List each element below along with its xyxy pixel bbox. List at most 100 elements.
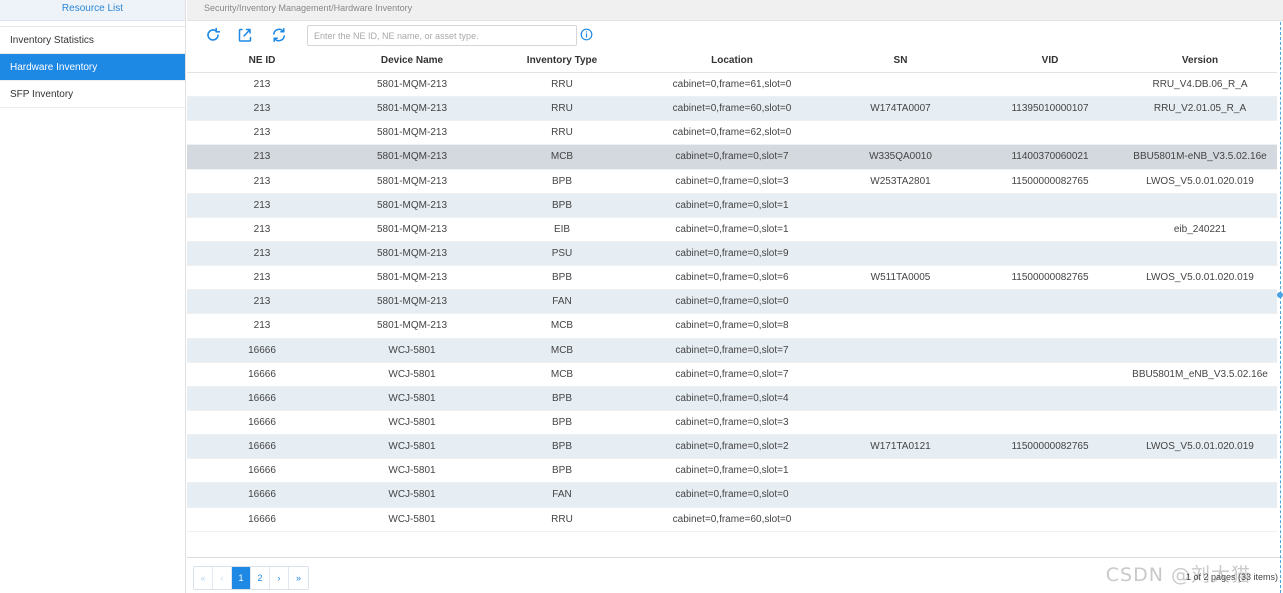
cell-ne-id: 213 <box>253 320 271 332</box>
cell-sn <box>827 363 974 386</box>
cell-sn <box>827 314 974 337</box>
cell-location: cabinet=0,frame=0,slot=1 <box>675 465 789 477</box>
table-row[interactable]: 213 5801-MQM-213 PSU cabinet=0,frame=0,slot… <box>187 241 1277 267</box>
main-panel: Security/Inventory Management/Hardware I… <box>187 0 1283 593</box>
cell-sn <box>827 459 974 482</box>
cell-vid <box>977 508 1123 531</box>
cell-location: cabinet=0,frame=0,slot=9 <box>675 248 789 260</box>
cell-device-name: WCJ-5801 <box>388 344 436 356</box>
table-row[interactable]: 213 5801-MQM-213 MCB cabinet=0,frame=0,slot… <box>187 145 1277 170</box>
cell-location: cabinet=0,frame=0,slot=0 <box>675 296 789 308</box>
table-row[interactable]: 16666 WCJ-5801 BPB cabinet=0,frame=0,slot=4 <box>187 386 1277 411</box>
last-page-button[interactable]: » <box>289 567 308 589</box>
cell-location: cabinet=0,frame=0,slot=1 <box>675 223 789 235</box>
cell-inventory-type: RRU <box>551 79 573 91</box>
table-row[interactable]: 213 5801-MQM-213 BPB cabinet=0,frame=0,slot… <box>187 193 1277 218</box>
table-row[interactable]: 213 5801-MQM-213 FAN cabinet=0,frame=0,slot… <box>187 290 1277 315</box>
table-row[interactable]: 16666 WCJ-5801 FAN cabinet=0,frame=0,slot=0 <box>187 483 1277 508</box>
cell-version <box>1123 339 1277 362</box>
cell-version: BBU5801M-eNB_V3.5.02.16e <box>1133 151 1267 163</box>
cell-device-name: WCJ-5801 <box>388 392 436 404</box>
resize-guide <box>1280 22 1281 593</box>
table-row[interactable]: 213 5801-MQM-213 BPB cabinet=0,frame=0,slot… <box>187 266 1277 291</box>
resize-handle[interactable] <box>1277 292 1283 298</box>
cell-inventory-type: BPB <box>551 417 572 429</box>
cell-device-name: 5801-MQM-213 <box>376 79 448 91</box>
sync-icon[interactable] <box>270 26 288 44</box>
sidebar-item-hardware-inventory[interactable]: Hardware Inventory <box>0 54 185 81</box>
cell-inventory-type: BPB <box>551 392 572 404</box>
sidebar-item-sfp-inventory[interactable]: SFP Inventory <box>0 81 185 108</box>
cell-vid <box>977 411 1123 434</box>
column-header-sn[interactable]: SN <box>827 49 974 72</box>
cell-sn <box>827 387 974 410</box>
table-row[interactable]: 213 5801-MQM-213 RRU cabinet=0,frame=61,slo… <box>187 73 1277 98</box>
column-header-vid[interactable]: VID <box>977 49 1123 72</box>
table-row[interactable]: 16666 WCJ-5801 BPB cabinet=0,frame=0,slot=3 <box>187 411 1277 436</box>
cell-device-name: WCJ-5801 <box>388 465 436 477</box>
cell-ne-id: 16666 <box>248 368 276 380</box>
cell-ne-id: 213 <box>253 199 271 211</box>
info-icon[interactable] <box>580 28 593 41</box>
table-row[interactable]: 213 5801-MQM-213 BPB cabinet=0,frame=0,slot… <box>187 170 1277 194</box>
cell-version <box>1123 411 1277 434</box>
cell-ne-id: 213 <box>253 272 271 284</box>
column-header-version[interactable]: Version <box>1123 49 1277 72</box>
table-row[interactable]: 213 5801-MQM-213 MCB cabinet=0,frame=0,slot… <box>187 314 1277 339</box>
cell-location: cabinet=0,frame=0,slot=1 <box>675 199 789 211</box>
cell-vid: 11500000082765 <box>1011 441 1089 453</box>
first-page-button[interactable]: « <box>194 567 213 589</box>
next-page-button[interactable]: › <box>270 567 289 589</box>
export-icon[interactable] <box>236 26 254 44</box>
column-header-location[interactable]: Location <box>657 49 807 72</box>
cell-sn <box>827 73 974 96</box>
cell-sn: W253TA2801 <box>870 175 931 187</box>
table-row[interactable]: 16666 WCJ-5801 MCB cabinet=0,frame=0,slot=7 <box>187 338 1277 363</box>
prev-page-button[interactable]: ‹ <box>213 567 232 589</box>
cell-location: cabinet=0,frame=0,slot=8 <box>675 320 789 332</box>
table-row[interactable]: 16666 WCJ-5801 BPB cabinet=0,frame=0,slot=2… <box>187 435 1277 460</box>
cell-sn <box>827 194 974 217</box>
cell-device-name: WCJ-5801 <box>388 441 436 453</box>
table-row[interactable]: 16666 WCJ-5801 MCB cabinet=0,frame=0,slot=7… <box>187 363 1277 387</box>
cell-version <box>1123 314 1277 337</box>
cell-device-name: 5801-MQM-213 <box>376 199 448 211</box>
cell-location: cabinet=0,frame=60,slot=0 <box>672 103 792 115</box>
cell-vid <box>977 459 1123 482</box>
table-row[interactable]: 213 5801-MQM-213 EIB cabinet=0,frame=0,slot… <box>187 218 1277 242</box>
search-input[interactable] <box>307 25 577 46</box>
cell-vid <box>977 339 1123 362</box>
cell-ne-id: 213 <box>253 248 271 260</box>
sidebar-item-inventory-statistics[interactable]: Inventory Statistics <box>0 27 185 54</box>
column-header-ne-id[interactable]: NE ID <box>207 49 317 72</box>
cell-version <box>1123 459 1277 482</box>
cell-device-name: WCJ-5801 <box>388 489 436 501</box>
refresh-icon[interactable] <box>204 26 222 44</box>
cell-sn <box>827 218 974 241</box>
cell-version <box>1123 121 1277 144</box>
cell-sn <box>827 483 974 506</box>
page-button-2[interactable]: 2 <box>251 567 270 589</box>
cell-device-name: 5801-MQM-213 <box>376 175 448 187</box>
cell-version: LWOS_V5.0.01.020.019 <box>1146 272 1254 284</box>
cell-sn <box>827 339 974 362</box>
table-row[interactable]: 213 5801-MQM-213 RRU cabinet=0,frame=60,slo… <box>187 97 1277 122</box>
column-header-inventory-type[interactable]: Inventory Type <box>507 49 617 72</box>
cell-location: cabinet=0,frame=62,slot=0 <box>672 127 792 139</box>
cell-sn <box>827 121 974 144</box>
cell-vid: 11400370060021 <box>1011 151 1089 163</box>
page-info: 1 of 2 pages (33 items) <box>1185 572 1278 582</box>
table-row[interactable]: 16666 WCJ-5801 RRU cabinet=0,frame=60,slot=… <box>187 508 1277 532</box>
breadcrumb-bar: Security/Inventory Management/Hardware I… <box>187 0 1283 21</box>
cell-inventory-type: PSU <box>551 248 573 260</box>
page-button-1[interactable]: 1 <box>232 567 251 589</box>
cell-version <box>1123 483 1277 506</box>
table-row[interactable]: 213 5801-MQM-213 RRU cabinet=0,frame=62,slo… <box>187 121 1277 146</box>
cell-sn <box>827 508 974 531</box>
column-header-device-name[interactable]: Device Name <box>337 49 487 72</box>
cell-ne-id: 16666 <box>248 392 276 404</box>
cell-sn: W335QA0010 <box>869 151 932 163</box>
cell-ne-id: 16666 <box>248 344 276 356</box>
table-row[interactable]: 16666 WCJ-5801 BPB cabinet=0,frame=0,slot=1 <box>187 459 1277 484</box>
cell-ne-id: 16666 <box>248 441 276 453</box>
